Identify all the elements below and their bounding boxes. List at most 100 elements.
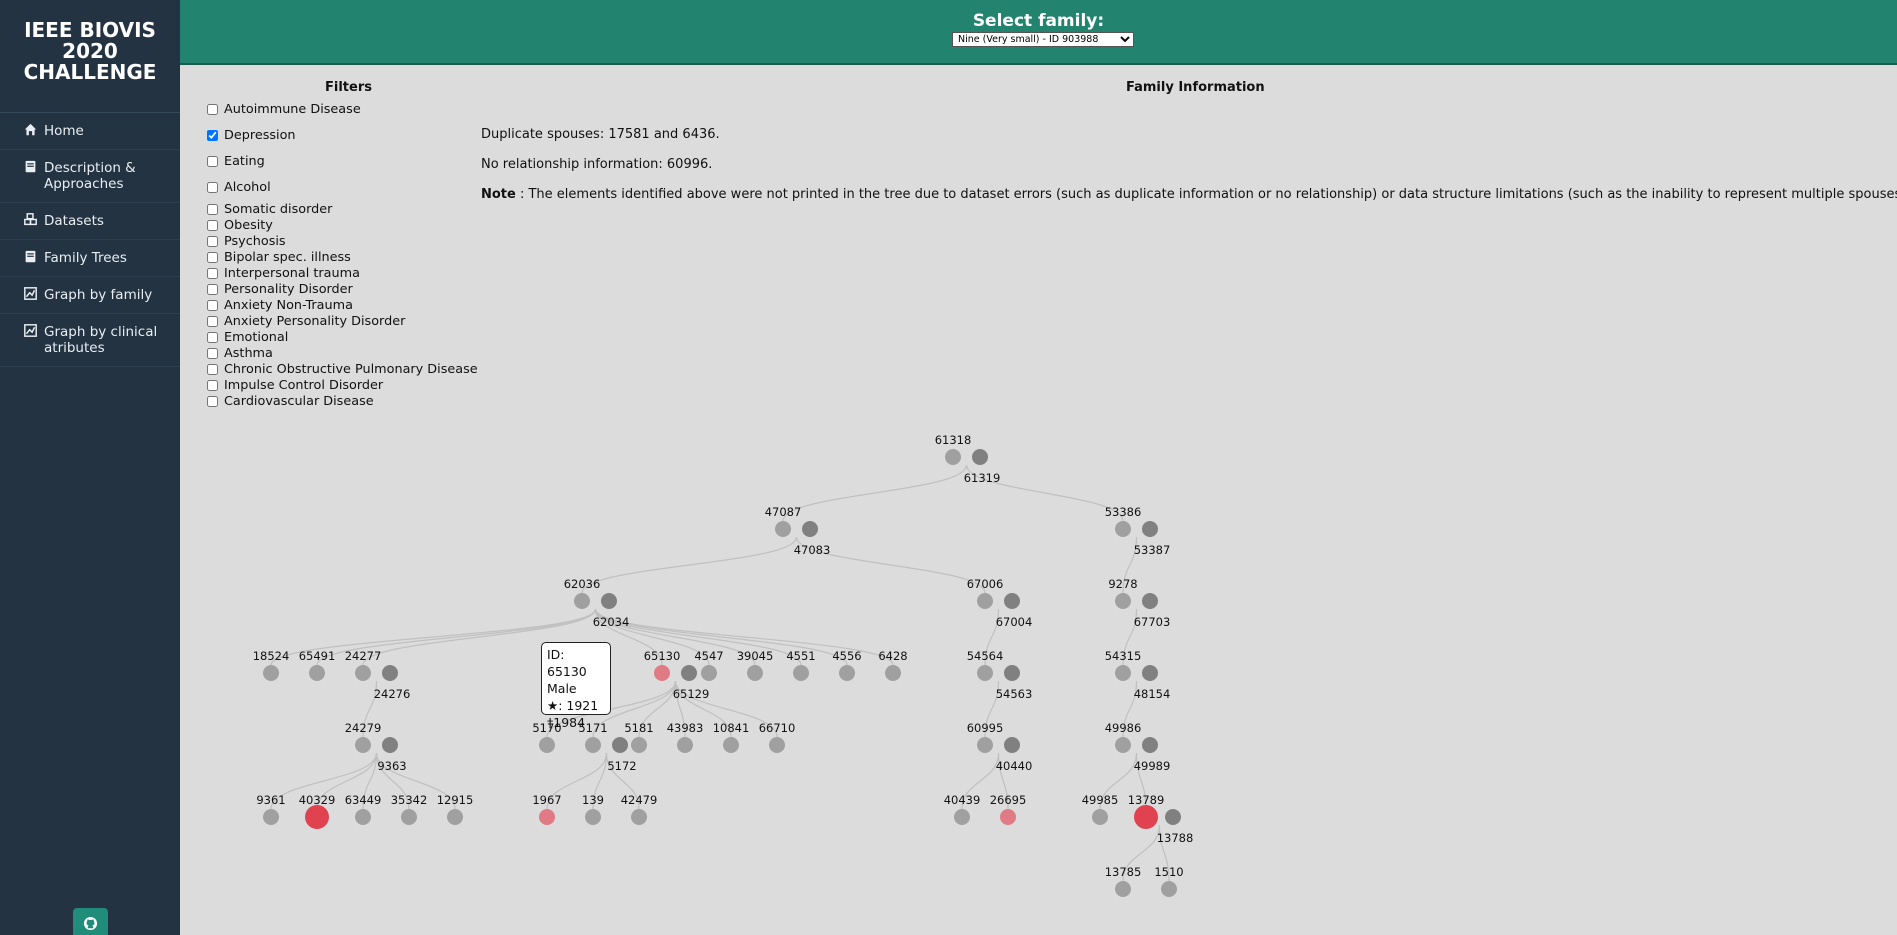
family-select[interactable]: Nine (Very small) - ID 903988 xyxy=(952,32,1134,47)
filter-checkbox[interactable] xyxy=(207,396,218,407)
person-node[interactable] xyxy=(1004,737,1020,753)
person-node[interactable] xyxy=(1161,881,1177,897)
filter-checkbox[interactable] xyxy=(207,130,218,141)
person-node[interactable] xyxy=(654,665,670,681)
person-node[interactable] xyxy=(677,737,693,753)
person-node[interactable] xyxy=(977,665,993,681)
filter-checkbox[interactable] xyxy=(207,300,218,311)
filter-item[interactable]: Depression xyxy=(207,128,296,143)
person-node[interactable] xyxy=(1004,665,1020,681)
person-node[interactable] xyxy=(539,737,555,753)
person-node[interactable] xyxy=(263,809,279,825)
filter-item[interactable]: Anxiety Non-Trauma xyxy=(207,298,353,313)
person-node[interactable] xyxy=(539,809,555,825)
person-node[interactable] xyxy=(355,665,371,681)
person-node[interactable] xyxy=(701,665,717,681)
filter-item[interactable]: Autoimmune Disease xyxy=(207,102,361,117)
person-id-label: 6428 xyxy=(878,649,907,663)
filter-checkbox[interactable] xyxy=(207,220,218,231)
filter-item[interactable]: Asthma xyxy=(207,346,273,361)
person-node[interactable] xyxy=(954,809,970,825)
filter-checkbox[interactable] xyxy=(207,252,218,263)
person-node[interactable] xyxy=(305,805,329,829)
person-id-label: 1967 xyxy=(532,793,561,807)
person-node[interactable] xyxy=(585,809,601,825)
filter-item[interactable]: Psychosis xyxy=(207,234,286,249)
sidebar-item-datasets[interactable]: Datasets xyxy=(0,203,180,240)
filter-item[interactable]: Alcohol xyxy=(207,180,271,195)
person-node[interactable] xyxy=(1142,665,1158,681)
person-node[interactable] xyxy=(747,665,763,681)
person-node[interactable] xyxy=(1000,809,1016,825)
person-node[interactable] xyxy=(401,809,417,825)
person-node[interactable] xyxy=(382,665,398,681)
filter-checkbox[interactable] xyxy=(207,316,218,327)
person-node[interactable] xyxy=(1142,521,1158,537)
person-node[interactable] xyxy=(885,665,901,681)
person-node[interactable] xyxy=(1115,593,1131,609)
filter-checkbox[interactable] xyxy=(207,348,218,359)
person-node[interactable] xyxy=(681,665,697,681)
person-node[interactable] xyxy=(1115,665,1131,681)
github-button[interactable] xyxy=(73,908,108,935)
person-node[interactable] xyxy=(977,593,993,609)
person-node[interactable] xyxy=(839,665,855,681)
filter-item[interactable]: Emotional xyxy=(207,330,288,345)
filter-checkbox[interactable] xyxy=(207,204,218,215)
person-node[interactable] xyxy=(601,593,617,609)
person-node[interactable] xyxy=(1142,737,1158,753)
person-node[interactable] xyxy=(631,809,647,825)
person-node[interactable] xyxy=(1092,809,1108,825)
sidebar-item-graph-family[interactable]: Graph by family xyxy=(0,277,180,314)
filter-checkbox[interactable] xyxy=(207,332,218,343)
person-node[interactable] xyxy=(802,521,818,537)
filter-label: Interpersonal trauma xyxy=(224,266,360,281)
person-node[interactable] xyxy=(977,737,993,753)
person-node[interactable] xyxy=(263,665,279,681)
sidebar-item-family-trees[interactable]: Family Trees xyxy=(0,240,180,277)
person-node[interactable] xyxy=(355,737,371,753)
person-node[interactable] xyxy=(793,665,809,681)
person-node[interactable] xyxy=(1115,737,1131,753)
filter-item[interactable]: Somatic disorder xyxy=(207,202,332,217)
person-node[interactable] xyxy=(447,809,463,825)
person-node[interactable] xyxy=(769,737,785,753)
person-node[interactable] xyxy=(1004,593,1020,609)
person-node[interactable] xyxy=(1142,593,1158,609)
person-node[interactable] xyxy=(355,809,371,825)
filter-checkbox[interactable] xyxy=(207,156,218,167)
person-node[interactable] xyxy=(945,449,961,465)
filter-item[interactable]: Chronic Obstructive Pulmonary Disease xyxy=(207,362,478,377)
sidebar-item-graph-clinical[interactable]: Graph by clinical atributes xyxy=(0,314,180,367)
person-node[interactable] xyxy=(382,737,398,753)
filter-item[interactable]: Cardiovascular Disease xyxy=(207,394,374,409)
filter-item[interactable]: Interpersonal trauma xyxy=(207,266,360,281)
person-node[interactable] xyxy=(612,737,628,753)
person-node[interactable] xyxy=(1134,805,1158,829)
person-node[interactable] xyxy=(631,737,647,753)
filter-checkbox[interactable] xyxy=(207,182,218,193)
person-node[interactable] xyxy=(585,737,601,753)
person-node[interactable] xyxy=(1115,521,1131,537)
filter-checkbox[interactable] xyxy=(207,364,218,375)
filter-item[interactable]: Impulse Control Disorder xyxy=(207,378,383,393)
filter-checkbox[interactable] xyxy=(207,380,218,391)
sidebar-item-home[interactable]: Home xyxy=(0,113,180,150)
person-node[interactable] xyxy=(723,737,739,753)
person-node[interactable] xyxy=(1115,881,1131,897)
person-node[interactable] xyxy=(309,665,325,681)
filter-item[interactable]: Bipolar spec. illness xyxy=(207,250,351,265)
person-node[interactable] xyxy=(972,449,988,465)
person-node[interactable] xyxy=(1165,809,1181,825)
filter-checkbox[interactable] xyxy=(207,284,218,295)
person-node[interactable] xyxy=(775,521,791,537)
filter-checkbox[interactable] xyxy=(207,268,218,279)
filter-item[interactable]: Anxiety Personality Disorder xyxy=(207,314,405,329)
filter-item[interactable]: Eating xyxy=(207,154,265,169)
person-node[interactable] xyxy=(574,593,590,609)
filter-checkbox[interactable] xyxy=(207,104,218,115)
filter-item[interactable]: Personality Disorder xyxy=(207,282,353,297)
filter-item[interactable]: Obesity xyxy=(207,218,273,233)
filter-checkbox[interactable] xyxy=(207,236,218,247)
sidebar-item-description[interactable]: Description & Approaches xyxy=(0,150,180,203)
